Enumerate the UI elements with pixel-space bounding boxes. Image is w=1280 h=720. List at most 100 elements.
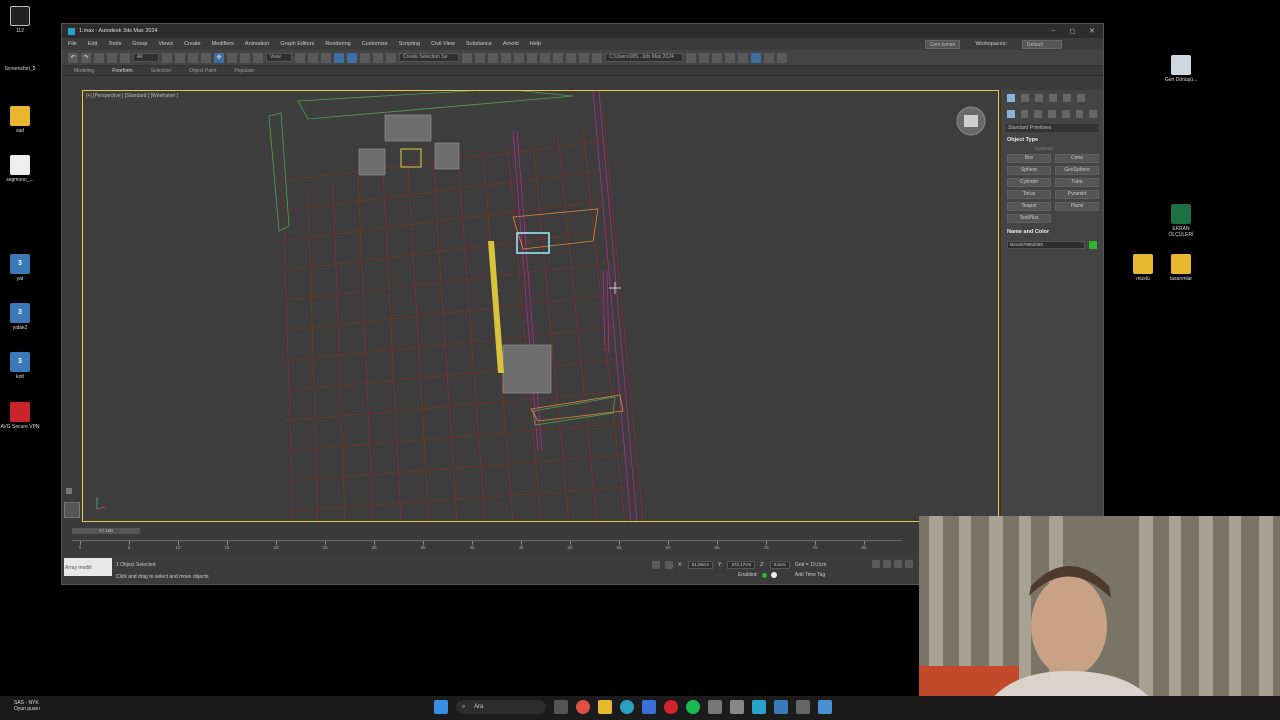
menu-rendering[interactable]: Rendering — [325, 41, 350, 47]
workspace-dropdown[interactable]: Default — [1022, 39, 1062, 49]
material-editor-icon[interactable] — [553, 52, 563, 63]
selection-region-icon[interactable] — [188, 52, 198, 63]
previous-frame-icon[interactable] — [883, 560, 891, 568]
news-widget[interactable]: SAS - NYK Oyun puanı — [14, 700, 40, 712]
desktop-icon-tasarimlar[interactable]: tasarımlar — [1161, 254, 1201, 282]
mirror-icon[interactable] — [462, 52, 472, 63]
reference-coordinate-dropdown[interactable]: View — [266, 53, 292, 62]
viewport-layout-icon[interactable] — [699, 52, 709, 63]
lights-icon[interactable] — [1034, 110, 1043, 118]
redo-icon[interactable]: ↷ — [81, 52, 91, 63]
desktop-icon-screenshot[interactable]: Screenshot_5 — [0, 66, 40, 72]
object-color-swatch[interactable] — [1089, 241, 1097, 249]
menu-tools[interactable]: Tools — [108, 41, 121, 47]
globe-icon[interactable] — [777, 52, 787, 63]
hierarchy-tab-icon[interactable] — [1035, 94, 1043, 102]
menu-arnold[interactable]: Arnold — [503, 41, 519, 47]
close-button[interactable]: ✕ — [1089, 27, 1095, 35]
desktop-icon-segmono[interactable]: segmono_... — [0, 155, 40, 183]
desktop-icon-mustu[interactable]: müstü — [1123, 254, 1163, 282]
systems-icon[interactable] — [1089, 110, 1098, 118]
play-icon[interactable] — [894, 560, 902, 568]
undo-icon[interactable]: ↶ — [68, 52, 78, 63]
shapes-icon[interactable] — [1020, 110, 1029, 118]
keyboard-shortcut-override-icon[interactable] — [321, 52, 331, 63]
desktop-icon-recycle-bin[interactable]: Geri Dönüşü... — [1161, 55, 1201, 83]
selection-filter-dropdown[interactable]: All — [133, 53, 159, 62]
scene-explorer-icon[interactable] — [488, 52, 498, 63]
desktop-icon-kolt[interactable]: 3 kolt — [0, 352, 40, 380]
motion-tab-icon[interactable] — [1049, 94, 1057, 102]
expand-arrow-icon[interactable] — [66, 488, 72, 494]
project-path-field[interactable]: C:\Users\905...3ds Max 2024 — [605, 53, 683, 62]
create-tab-icon[interactable] — [1007, 94, 1015, 102]
user-account-dropdown[interactable]: Cem lumen — [924, 39, 961, 49]
render-setup-icon[interactable] — [566, 52, 576, 63]
edit-named-selection-icon[interactable] — [386, 52, 396, 63]
helpers-icon[interactable] — [1061, 110, 1070, 118]
ribbon-toggle-icon[interactable] — [514, 52, 524, 63]
select-manipulate-icon[interactable] — [308, 52, 318, 63]
select-and-rotate-icon[interactable] — [227, 52, 237, 63]
chrome-icon[interactable] — [576, 700, 590, 714]
cameras-icon[interactable] — [1048, 110, 1056, 118]
desktop-icon-yat[interactable]: 3 yat — [0, 254, 40, 282]
isolate-selection-icon[interactable] — [652, 561, 660, 569]
enabled-toggle[interactable] — [761, 572, 767, 578]
geometry-icon[interactable] — [1007, 110, 1015, 118]
bind-space-warp-icon[interactable] — [120, 52, 130, 63]
menu-views[interactable]: Views — [159, 41, 174, 47]
windows-start-icon[interactable] — [434, 700, 448, 714]
geosphere-button[interactable]: GeoSphere — [1055, 166, 1099, 175]
torus-button[interactable]: Torus — [1007, 190, 1051, 199]
align-icon[interactable] — [475, 52, 485, 63]
ribbon-tab-modeling[interactable]: Modeling — [74, 68, 94, 74]
object-type-rollout[interactable]: Object Type — [1001, 134, 1103, 146]
viewcube-face[interactable] — [964, 115, 978, 127]
next-frame-icon[interactable] — [905, 560, 913, 568]
ribbon-tab-selection[interactable]: Selection — [151, 68, 172, 74]
textplus-button[interactable]: TextPlus — [1007, 214, 1051, 223]
ribbon-tab-populate[interactable]: Populate — [234, 68, 254, 74]
desktop-icon-ekran-olculeri[interactable]: EKRAN ÖLÇÜLERİ — [1161, 204, 1201, 238]
settings-icon[interactable] — [764, 52, 774, 63]
scene-converter-icon[interactable] — [725, 52, 735, 63]
menu-scripting[interactable]: Scripting — [399, 41, 420, 47]
app-icon[interactable] — [818, 700, 832, 714]
minimize-button[interactable]: – — [1051, 27, 1055, 35]
box-button[interactable]: Box — [1007, 154, 1051, 163]
opera-icon[interactable] — [664, 700, 678, 714]
percent-snap-icon[interactable] — [360, 52, 370, 63]
pyramid-button[interactable]: Pyramid — [1055, 190, 1099, 199]
menu-customize[interactable]: Customize — [362, 41, 388, 47]
named-selection-set-dropdown[interactable]: Create Selection Se — [399, 53, 459, 62]
app-icon[interactable] — [796, 700, 810, 714]
viewport-layout-tab[interactable] — [64, 502, 80, 518]
time-slider[interactable]: 0 / 100 — [72, 528, 140, 534]
menu-help[interactable]: Help — [530, 41, 541, 47]
name-and-color-rollout[interactable]: Name and Color — [1001, 226, 1103, 238]
3dsmax-taskbar-icon[interactable] — [752, 700, 766, 714]
select-by-name-icon[interactable] — [175, 52, 185, 63]
app-icon[interactable] — [730, 700, 744, 714]
perspective-viewport[interactable]: [+] [Perspective ] [Standard ] [Wirefram… — [82, 90, 999, 522]
primitive-type-dropdown[interactable]: Standard Primitives — [1005, 124, 1099, 132]
cone-button[interactable]: Cone — [1055, 154, 1099, 163]
render-production-icon[interactable] — [592, 52, 602, 63]
file-explorer-icon[interactable] — [598, 700, 612, 714]
active-shade-icon[interactable] — [751, 52, 761, 63]
schematic-view-icon[interactable] — [540, 52, 550, 63]
snaps-toggle-icon[interactable] — [334, 52, 344, 63]
desktop-icon-avg-vpn[interactable]: AVG Secure VPN — [0, 402, 40, 430]
menu-create[interactable]: Create — [184, 41, 201, 47]
edge-icon[interactable] — [620, 700, 634, 714]
sphere-button[interactable]: Sphere — [1007, 166, 1051, 175]
spinner-snap-icon[interactable] — [373, 52, 383, 63]
selection-lock-icon[interactable] — [665, 561, 673, 569]
plane-button[interactable]: Plane — [1055, 202, 1099, 211]
spotify-icon[interactable] — [686, 700, 700, 714]
menu-edit[interactable]: Edit — [88, 41, 97, 47]
menu-animation[interactable]: Animation — [245, 41, 269, 47]
select-and-move-icon[interactable]: ✥ — [214, 52, 224, 63]
select-and-place-icon[interactable] — [253, 52, 263, 63]
